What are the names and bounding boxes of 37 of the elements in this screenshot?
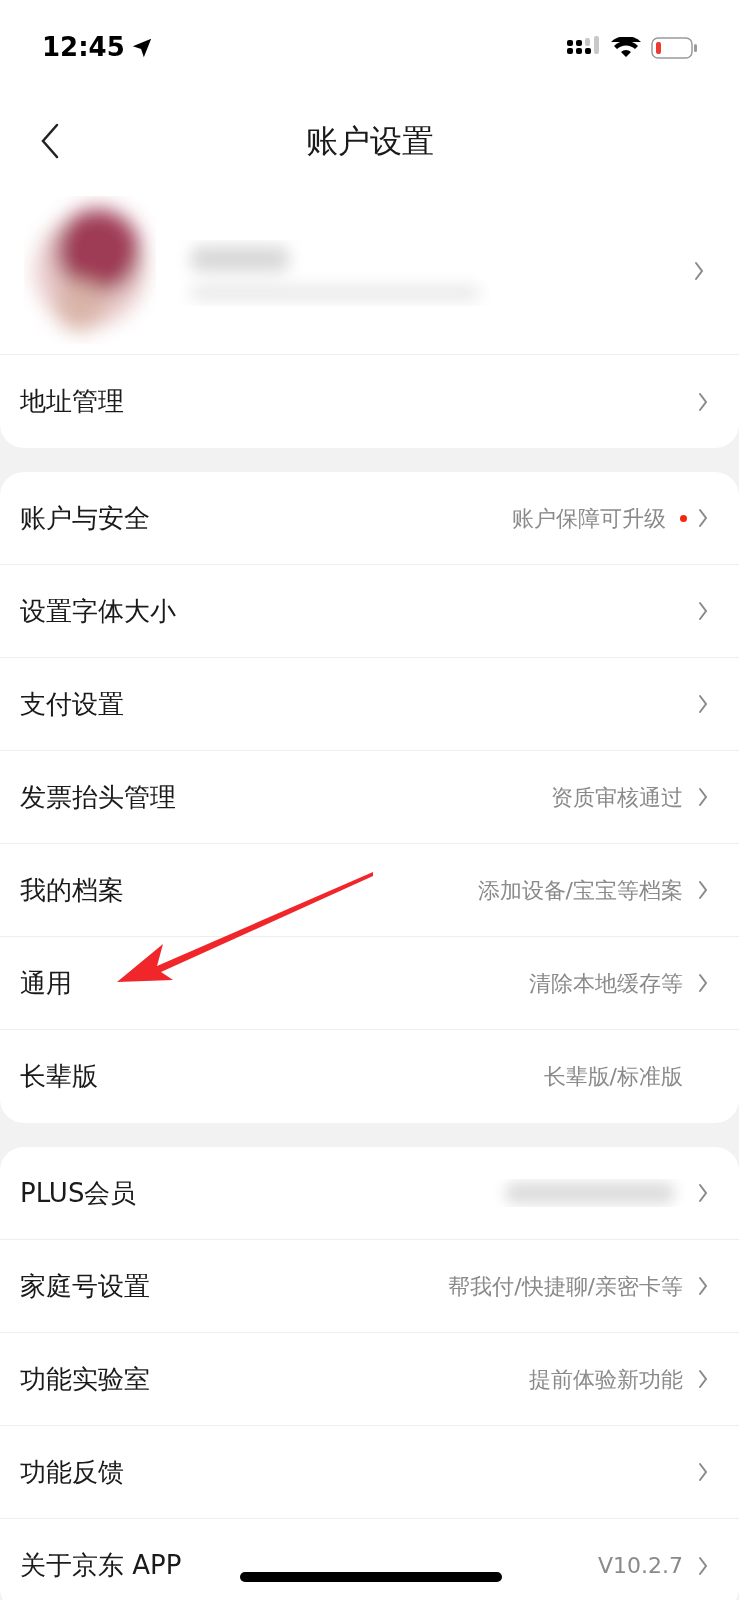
row-label: 家庭号设置 xyxy=(20,1269,150,1303)
settings-row[interactable]: 关于京东 APP V10.2.7 xyxy=(0,1519,739,1600)
settings-row[interactable]: 家庭号设置 帮我付/快捷聊/亲密卡等 xyxy=(0,1240,739,1333)
row-value: 账户保障可升级 xyxy=(512,504,666,533)
page-title: 账户设置 xyxy=(305,121,434,162)
settings-row[interactable]: 账户与安全 账户保障可升级 xyxy=(0,472,739,565)
row-label: 功能实验室 xyxy=(20,1362,150,1396)
row-label: 账户与安全 xyxy=(20,501,150,535)
row-value: V10.2.7 xyxy=(597,1552,683,1580)
settings-row[interactable]: 长辈版 长辈版/标准版 xyxy=(0,1030,739,1123)
row-value: 清除本地缓存等 xyxy=(529,969,683,998)
settings-row[interactable]: 功能反馈 xyxy=(0,1426,739,1519)
settings-row[interactable]: 发票抬头管理 资质审核通过 xyxy=(0,751,739,844)
settings-row[interactable]: PLUS会员 xyxy=(0,1147,739,1240)
row-value: 添加设备/宝宝等档案 xyxy=(477,876,683,905)
row-value: 资质审核通过 xyxy=(551,783,683,812)
battery-icon xyxy=(651,36,697,59)
row-label: 功能反馈 xyxy=(20,1455,124,1489)
row-label: 关于京东 APP xyxy=(20,1549,182,1582)
settings-row[interactable]: 功能实验室 提前体验新功能 xyxy=(0,1333,739,1426)
settings-row[interactable]: 地址管理 xyxy=(0,355,739,448)
settings-row[interactable]: 设置字体大小 xyxy=(0,565,739,658)
settings-row[interactable]: 支付设置 xyxy=(0,658,739,751)
row-value: 提前体验新功能 xyxy=(529,1365,683,1394)
row-label: PLUS会员 xyxy=(20,1176,137,1210)
row-value: 长辈版/标准版 xyxy=(543,1063,683,1091)
row-label: 设置字体大小 xyxy=(20,594,176,628)
row-value: 帮我付/快捷聊/亲密卡等 xyxy=(448,1272,683,1301)
row-label: 支付设置 xyxy=(20,687,124,721)
row-label: 地址管理 xyxy=(20,385,124,418)
back-icon[interactable] xyxy=(40,123,60,159)
status-time: 12:45 xyxy=(42,31,125,64)
row-label: 通用 xyxy=(20,966,72,1000)
row-label: 我的档案 xyxy=(20,873,124,907)
wifi-icon xyxy=(611,36,641,59)
row-label: 发票抬头管理 xyxy=(20,780,176,814)
row-label: 长辈版 xyxy=(20,1060,98,1093)
